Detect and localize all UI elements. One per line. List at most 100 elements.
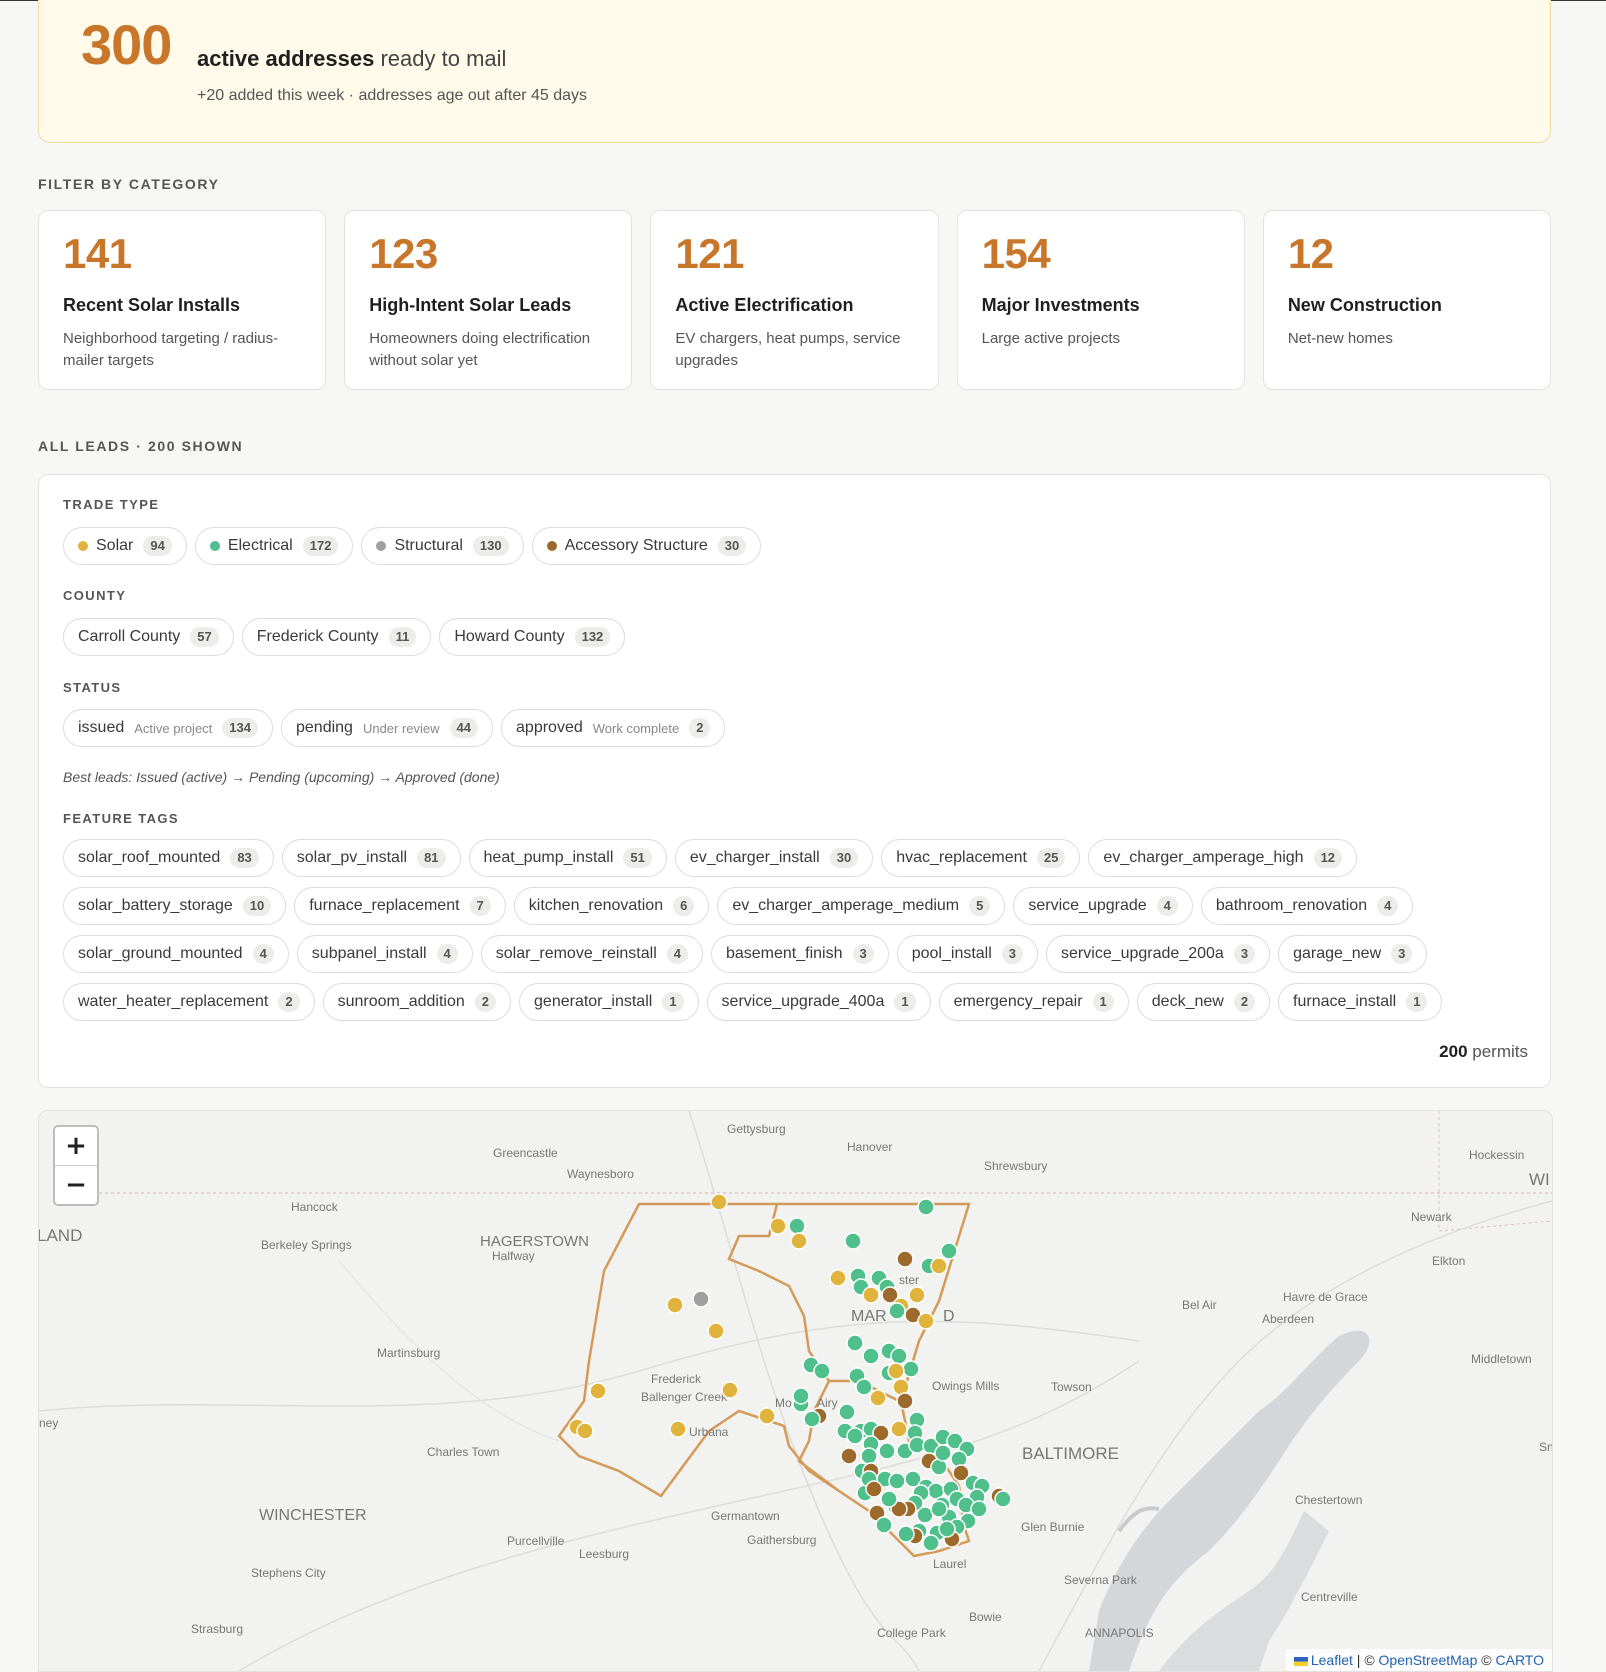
feature-tag-chip[interactable]: service_upgrade_200a 3 bbox=[1046, 935, 1271, 973]
lead-marker[interactable] bbox=[769, 1217, 787, 1235]
chip-label: basement_finish bbox=[725, 945, 843, 962]
category-card[interactable]: 12 New Construction Net-new homes bbox=[1262, 210, 1552, 390]
feature-tag-chip[interactable]: solar_pv_install 81 bbox=[281, 839, 461, 877]
lead-marker[interactable] bbox=[970, 1500, 988, 1518]
lead-marker[interactable] bbox=[890, 1420, 908, 1438]
county-chip[interactable]: Frederick County 11 bbox=[241, 618, 432, 656]
lead-marker[interactable] bbox=[938, 1520, 956, 1538]
lead-marker[interactable] bbox=[576, 1422, 594, 1440]
trade-type-chip[interactable]: Solar 94 bbox=[63, 527, 187, 565]
feature-tag-chip[interactable]: emergency_repair 1 bbox=[938, 983, 1129, 1021]
trade-type-chip[interactable]: Accessory Structure 30 bbox=[531, 527, 762, 565]
feature-tag-chip[interactable]: ev_charger_install 30 bbox=[674, 839, 874, 877]
lead-marker[interactable] bbox=[930, 1257, 948, 1275]
lead-marker[interactable] bbox=[758, 1407, 776, 1425]
status-chip[interactable]: approved Work complete 2 bbox=[501, 709, 726, 747]
lead-marker[interactable] bbox=[790, 1232, 808, 1250]
feature-tag-chip[interactable]: sunroom_addition 2 bbox=[322, 983, 512, 1021]
category-card[interactable]: 123 High-Intent Solar Leads Homeowners doi… bbox=[344, 210, 633, 390]
lead-marker[interactable] bbox=[887, 1362, 905, 1380]
lead-marker[interactable] bbox=[917, 1312, 935, 1330]
lead-marker[interactable] bbox=[840, 1447, 858, 1465]
lead-marker[interactable] bbox=[813, 1362, 831, 1380]
lead-marker[interactable] bbox=[838, 1403, 856, 1421]
lead-marker[interactable] bbox=[902, 1360, 920, 1378]
lead-marker[interactable] bbox=[878, 1442, 896, 1460]
lead-marker[interactable] bbox=[692, 1290, 710, 1308]
feature-tag-chip[interactable]: solar_roof_mounted 83 bbox=[63, 839, 274, 877]
feature-tag-chip[interactable]: deck_new 2 bbox=[1136, 983, 1271, 1021]
lead-marker[interactable] bbox=[803, 1410, 821, 1428]
trade-type-chip[interactable]: Structural 130 bbox=[361, 527, 524, 565]
lead-marker[interactable] bbox=[669, 1420, 687, 1438]
chip-label: ev_charger_amperage_high bbox=[1103, 849, 1304, 866]
feature-tag-chip[interactable]: pool_install 3 bbox=[896, 935, 1039, 973]
lead-marker[interactable] bbox=[880, 1490, 898, 1508]
lead-marker[interactable] bbox=[860, 1447, 878, 1465]
feature-tag-chip[interactable]: service_upgrade 4 bbox=[1013, 887, 1193, 925]
lead-marker[interactable] bbox=[922, 1534, 940, 1552]
zoom-out-button[interactable]: − bbox=[55, 1166, 97, 1204]
lead-marker[interactable] bbox=[897, 1525, 915, 1543]
lead-marker[interactable] bbox=[846, 1427, 864, 1445]
lead-marker[interactable] bbox=[855, 1378, 873, 1396]
feature-tag-chip[interactable]: water_heater_replacement 2 bbox=[63, 983, 315, 1021]
lead-marker[interactable] bbox=[875, 1516, 893, 1534]
lead-marker[interactable] bbox=[721, 1381, 739, 1399]
lead-marker[interactable] bbox=[710, 1193, 728, 1211]
feature-tag-chip[interactable]: hvac_replacement 25 bbox=[881, 839, 1081, 877]
lead-marker[interactable] bbox=[888, 1302, 906, 1320]
status-chip[interactable]: pending Under review 44 bbox=[281, 709, 494, 747]
openstreetmap-link[interactable]: OpenStreetMap bbox=[1379, 1652, 1478, 1668]
feature-tag-chip[interactable]: subpanel_install 4 bbox=[296, 935, 473, 973]
feature-tag-chip[interactable]: generator_install 1 bbox=[519, 983, 699, 1021]
carto-link[interactable]: CARTO bbox=[1496, 1652, 1545, 1668]
status-chip[interactable]: issued Active project 134 bbox=[63, 709, 273, 747]
lead-marker[interactable] bbox=[896, 1250, 914, 1268]
lead-marker[interactable] bbox=[888, 1472, 906, 1490]
feature-tag-chip[interactable]: garage_new 3 bbox=[1278, 935, 1428, 973]
lead-marker[interactable] bbox=[844, 1232, 862, 1250]
lead-marker[interactable] bbox=[862, 1286, 880, 1304]
feature-tag-chip[interactable]: service_upgrade_400a 1 bbox=[706, 983, 931, 1021]
lead-marker[interactable] bbox=[862, 1347, 880, 1365]
lead-marker[interactable] bbox=[869, 1389, 887, 1407]
lead-marker[interactable] bbox=[666, 1296, 684, 1314]
lead-marker[interactable] bbox=[934, 1444, 952, 1462]
county-chip[interactable]: Howard County 132 bbox=[439, 618, 626, 656]
lead-marker[interactable] bbox=[994, 1490, 1012, 1508]
feature-tag-chip[interactable]: solar_battery_storage 10 bbox=[63, 887, 287, 925]
feature-tag-chip[interactable]: bathroom_renovation 4 bbox=[1200, 887, 1414, 925]
category-card[interactable]: 121 Active Electrification EV chargers, he… bbox=[650, 210, 939, 390]
feature-tag-chip[interactable]: kitchen_renovation 6 bbox=[513, 887, 710, 925]
lead-marker[interactable] bbox=[707, 1322, 725, 1340]
category-card[interactable]: 154 Major Investments Large active project… bbox=[956, 210, 1245, 390]
feature-tag-chip[interactable]: heat_pump_install 51 bbox=[468, 839, 667, 877]
lead-marker[interactable] bbox=[930, 1500, 948, 1518]
leaflet-link[interactable]: Leaflet bbox=[1311, 1652, 1353, 1668]
feature-tag-chip[interactable]: solar_ground_mounted 4 bbox=[63, 935, 289, 973]
lead-marker[interactable] bbox=[865, 1480, 883, 1498]
lead-marker[interactable] bbox=[788, 1217, 806, 1235]
lead-marker[interactable] bbox=[589, 1382, 607, 1400]
trade-type-chip[interactable]: Electrical 172 bbox=[194, 527, 354, 565]
feature-tag-chip[interactable]: ev_charger_amperage_high 12 bbox=[1088, 839, 1358, 877]
lead-marker[interactable] bbox=[896, 1392, 914, 1410]
feature-tag-chip[interactable]: furnace_replacement 7 bbox=[294, 887, 506, 925]
lead-marker[interactable] bbox=[846, 1334, 864, 1352]
feature-tag-chip[interactable]: basement_finish 3 bbox=[710, 935, 889, 973]
zoom-in-button[interactable]: + bbox=[55, 1127, 97, 1165]
lead-marker[interactable] bbox=[908, 1286, 926, 1304]
lead-marker[interactable] bbox=[792, 1387, 810, 1405]
feature-tag-chip[interactable]: solar_remove_reinstall 4 bbox=[480, 935, 703, 973]
county-chip[interactable]: Carroll County 57 bbox=[63, 618, 234, 656]
leads-map[interactable]: Gettysburg Hanover Greencastle Waynesbor… bbox=[38, 1110, 1553, 1672]
lead-marker[interactable] bbox=[829, 1269, 847, 1287]
chip-count-badge: 2 bbox=[1233, 992, 1256, 1012]
lead-marker[interactable] bbox=[890, 1347, 908, 1365]
category-card[interactable]: 141 Recent Solar Installs Neighborhood tar… bbox=[38, 210, 327, 390]
lead-marker[interactable] bbox=[940, 1242, 958, 1260]
feature-tag-chip[interactable]: ev_charger_amperage_medium 5 bbox=[717, 887, 1006, 925]
feature-tag-chip[interactable]: furnace_install 1 bbox=[1278, 983, 1443, 1021]
lead-marker[interactable] bbox=[917, 1198, 935, 1216]
